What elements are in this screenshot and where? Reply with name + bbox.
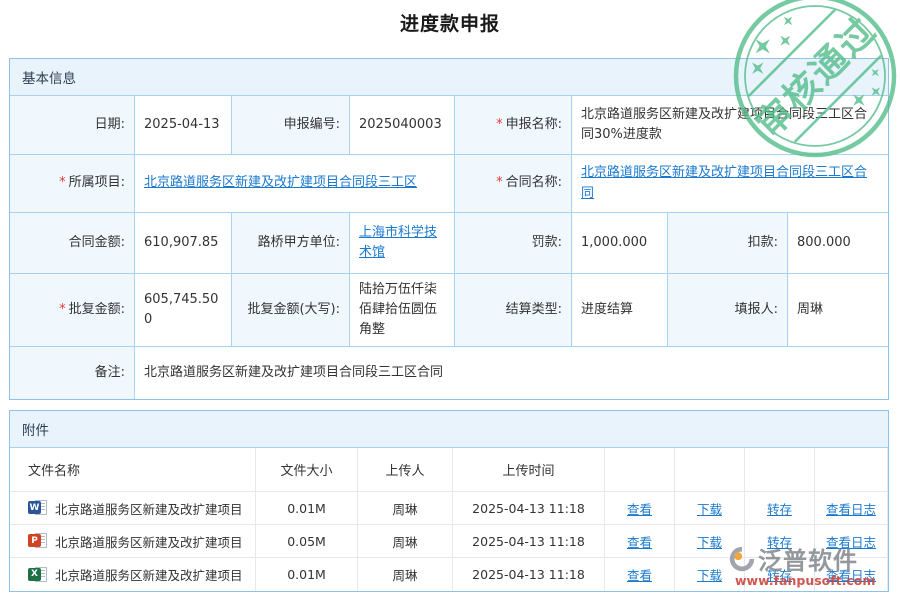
col-header-empty <box>675 448 745 492</box>
file-uploader: 周琳 <box>358 525 453 558</box>
required-mark: * <box>496 115 503 135</box>
declare-no-label: 申报编号: <box>232 96 350 155</box>
file-upload-time: 2025-04-13 11:18 <box>453 525 605 558</box>
declare-no-value: 2025040003 <box>350 96 455 155</box>
action-cell: 下载 <box>675 558 745 591</box>
stamp-star <box>749 32 777 60</box>
view-link[interactable]: 查看 <box>627 499 652 518</box>
project-value: 北京路道服务区新建及改扩建项目合同段三工区 <box>135 155 455 213</box>
view-log-link[interactable]: 查看日志 <box>826 565 876 584</box>
action-cell: 查看日志 <box>815 525 888 558</box>
action-cell: 下载 <box>675 525 745 558</box>
contract-amount-label: 合同金额: <box>10 213 135 274</box>
date-value: 2025-04-13 <box>135 96 232 155</box>
action-cell: 转存 <box>745 492 815 525</box>
contract-name-value: 北京路道服务区新建及改扩建项目合同段三工区合同 <box>572 155 888 213</box>
col-header-empty <box>745 448 815 492</box>
basic-info-grid: 日期: 2025-04-13 申报编号: 2025040003 *申报名称: 北… <box>10 96 888 399</box>
table-row-file-name: P 北京路道服务区新建及改扩建项目 <box>10 525 256 558</box>
preparer-label: 填报人: <box>668 274 788 347</box>
declare-name-label: *申报名称: <box>455 96 572 155</box>
approved-amount-caps-value: 陆拾万伍仟柒佰肆拾伍圆伍角整 <box>350 274 455 347</box>
action-cell: 转存 <box>745 558 815 591</box>
word-file-icon: W <box>28 500 48 516</box>
file-size: 0.05M <box>256 525 358 558</box>
file-size: 0.01M <box>256 558 358 591</box>
excel-file-icon: X <box>28 567 48 583</box>
action-cell: 查看日志 <box>815 492 888 525</box>
basic-info-section-title: 基本信息 <box>10 59 888 96</box>
action-cell: 查看 <box>605 558 675 591</box>
attachments-section-title: 附件 <box>10 411 888 448</box>
transfer-link[interactable]: 转存 <box>767 565 792 584</box>
file-name-text: 北京路道服务区新建及改扩建项目 <box>55 532 243 551</box>
file-upload-time: 2025-04-13 11:18 <box>453 492 605 525</box>
file-upload-time: 2025-04-13 11:18 <box>453 558 605 591</box>
col-header-empty <box>605 448 675 492</box>
penalty-value: 1,000.000 <box>572 213 668 274</box>
attachments-table: 文件名称 文件大小 上传人 上传时间 W 北京路道服务区新建及改扩建项目 0.0… <box>10 448 888 591</box>
view-log-link[interactable]: 查看日志 <box>826 532 876 551</box>
download-link[interactable]: 下载 <box>697 532 722 551</box>
contract-name-link[interactable]: 北京路道服务区新建及改扩建项目合同段三工区合同 <box>581 163 879 203</box>
penalty-label: 罚款: <box>455 213 572 274</box>
approved-amount-label: *批复金额: <box>10 274 135 347</box>
col-header-uploader: 上传人 <box>358 448 453 492</box>
preparer-value: 周琳 <box>788 274 888 347</box>
project-label: *所属项目: <box>10 155 135 213</box>
page-title: 进度款申报 <box>0 9 900 36</box>
action-cell: 下载 <box>675 492 745 525</box>
action-cell: 查看日志 <box>815 558 888 591</box>
col-header-empty <box>815 448 888 492</box>
file-name-text: 北京路道服务区新建及改扩建项目 <box>55 565 243 584</box>
approved-amount-value: 605,745.500 <box>135 274 232 347</box>
file-uploader: 周琳 <box>358 558 453 591</box>
view-link[interactable]: 查看 <box>627 565 652 584</box>
required-mark: * <box>496 173 503 193</box>
remark-label: 备注: <box>10 347 135 399</box>
party-a-unit-value: 上海市科学技术馆 <box>350 213 455 274</box>
basic-info-panel: 基本信息 日期: 2025-04-13 申报编号: 2025040003 *申报… <box>9 58 889 400</box>
download-link[interactable]: 下载 <box>697 565 722 584</box>
col-header-upload-time: 上传时间 <box>453 448 605 492</box>
file-size: 0.01M <box>256 492 358 525</box>
transfer-link[interactable]: 转存 <box>767 499 792 518</box>
file-name-text: 北京路道服务区新建及改扩建项目 <box>55 499 243 518</box>
contract-amount-value: 610,907.85 <box>135 213 232 274</box>
settlement-type-value: 进度结算 <box>572 274 668 347</box>
settlement-type-label: 结算类型: <box>455 274 572 347</box>
table-row-file-name: X 北京路道服务区新建及改扩建项目 <box>10 558 256 591</box>
col-header-file-name: 文件名称 <box>10 448 256 492</box>
party-a-unit-link[interactable]: 上海市科学技术馆 <box>359 223 445 263</box>
remark-value: 北京路道服务区新建及改扩建项目合同段三工区合同 <box>135 347 888 399</box>
action-cell: 查看 <box>605 492 675 525</box>
deduction-label: 扣款: <box>668 213 788 274</box>
view-link[interactable]: 查看 <box>627 532 652 551</box>
date-label: 日期: <box>10 96 135 155</box>
required-mark: * <box>59 300 66 320</box>
powerpoint-file-icon: P <box>28 533 48 549</box>
col-header-file-size: 文件大小 <box>256 448 358 492</box>
file-uploader: 周琳 <box>358 492 453 525</box>
attachments-panel: 附件 文件名称 文件大小 上传人 上传时间 W 北京路道服务区新建及改扩建项目 … <box>9 410 889 592</box>
deduction-value: 800.000 <box>788 213 888 274</box>
view-log-link[interactable]: 查看日志 <box>826 499 876 518</box>
table-row-file-name: W 北京路道服务区新建及改扩建项目 <box>10 492 256 525</box>
action-cell: 查看 <box>605 525 675 558</box>
action-cell: 转存 <box>745 525 815 558</box>
transfer-link[interactable]: 转存 <box>767 532 792 551</box>
download-link[interactable]: 下载 <box>697 499 722 518</box>
project-link[interactable]: 北京路道服务区新建及改扩建项目合同段三工区 <box>144 173 417 193</box>
required-mark: * <box>59 173 66 193</box>
contract-name-label: *合同名称: <box>455 155 572 213</box>
party-a-unit-label: 路桥甲方单位: <box>232 213 350 274</box>
declare-name-value: 北京路道服务区新建及改扩建项目合同段三工区合同30%进度款 <box>572 96 888 155</box>
approved-amount-caps-label: 批复金额(大写): <box>232 274 350 347</box>
